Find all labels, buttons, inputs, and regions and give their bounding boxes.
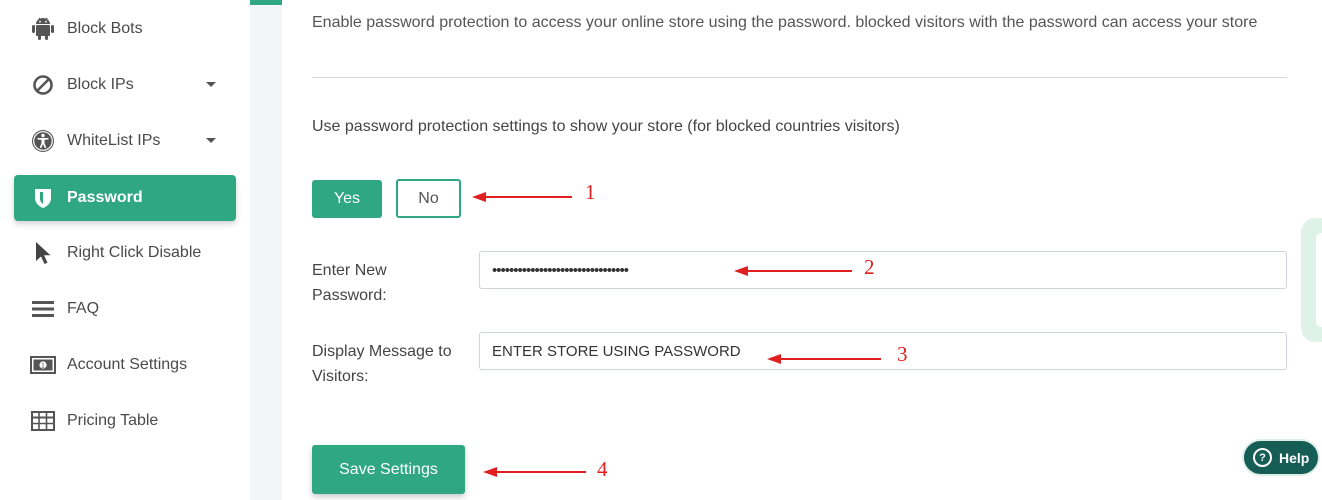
annotation-arrow-2 [734, 266, 852, 276]
sidebar-item-label: Block IPs [67, 76, 134, 93]
side-tab-handle [1316, 233, 1322, 327]
menu-icon [30, 296, 56, 322]
help-button[interactable]: ? Help [1242, 439, 1320, 476]
no-button[interactable]: No [396, 179, 461, 218]
android-icon [30, 16, 56, 42]
annotation-arrow-4 [483, 467, 586, 477]
help-label: Help [1279, 449, 1310, 466]
yes-button[interactable]: Yes [312, 180, 382, 218]
annotation-arrow-1 [472, 192, 572, 202]
password-label: Enter New Password: [312, 262, 387, 304]
shield-icon [30, 185, 56, 211]
annotation-number-3: 3 [897, 342, 908, 366]
password-field[interactable] [479, 251, 1287, 289]
sidebar-item-label: Block Bots [67, 20, 143, 37]
money-icon: 1 [30, 352, 56, 378]
sidebar-item-right-click-disable[interactable]: Right Click Disable [14, 230, 236, 276]
chevron-down-icon[interactable] [206, 82, 216, 87]
sidebar-item-label: Pricing Table [67, 412, 159, 429]
annotation-number-2: 2 [864, 255, 875, 279]
password-protection-question: Use password protection settings to show… [312, 118, 900, 135]
sidebar-item-label: Account Settings [67, 356, 188, 373]
sidebar-item-label: FAQ [67, 300, 100, 317]
svg-text:1: 1 [41, 362, 45, 370]
sidebar-item-label: Password [67, 189, 143, 206]
annotation-number-4: 4 [597, 457, 608, 481]
divider [312, 77, 1287, 78]
display-message-label: Display Message to Visitors: [312, 343, 452, 385]
question-icon: ? [1253, 448, 1272, 467]
sidebar-item-pricing-table[interactable]: Pricing Table [14, 398, 236, 444]
sidebar-item-label: WhiteList IPs [67, 132, 161, 149]
display-message-field[interactable] [479, 332, 1287, 370]
annotation-arrow-3 [767, 354, 881, 364]
chevron-down-icon[interactable] [206, 138, 216, 143]
accessibility-icon [30, 128, 56, 154]
sidebar-item-password[interactable]: Password [14, 175, 236, 221]
sidebar-item-account-settings[interactable]: 1 Account Settings [14, 342, 236, 388]
block-icon [30, 72, 56, 98]
sidebar-item-block-ips[interactable]: Block IPs [14, 62, 236, 108]
sidebar-item-faq[interactable]: FAQ [14, 286, 236, 332]
sidebar-item-block-bots[interactable]: Block Bots [14, 6, 236, 52]
sidebar: Block Bots Block IPs WhiteList IPs Passw… [0, 0, 250, 500]
table-icon [30, 408, 56, 434]
settings-panel [282, 0, 1322, 500]
sidebar-item-whitelist-ips[interactable]: WhiteList IPs [14, 118, 236, 164]
cursor-icon [30, 240, 56, 266]
annotation-number-1: 1 [585, 180, 596, 204]
sidebar-item-label: Right Click Disable [67, 244, 202, 261]
save-settings-button[interactable]: Save Settings [312, 445, 465, 494]
top-accent-bar [250, 0, 282, 5]
intro-text: Enable password protection to access you… [312, 14, 1258, 31]
